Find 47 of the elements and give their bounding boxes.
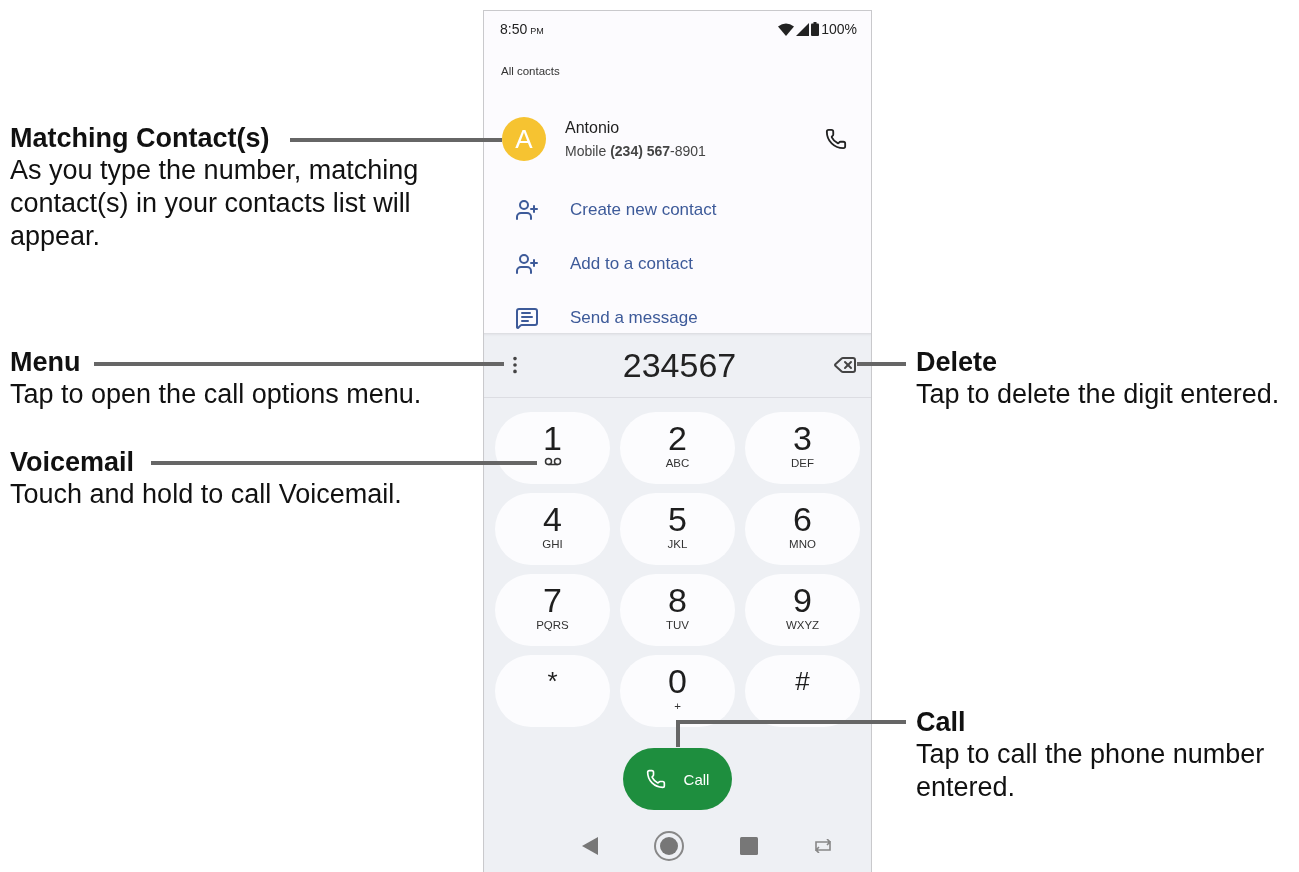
callout-text: Tap to call the phone number entered.	[916, 738, 1266, 804]
rotate-icon[interactable]	[813, 839, 834, 853]
callout-title: Menu	[10, 346, 81, 378]
dial-key[interactable]: 8 TUV	[620, 574, 735, 646]
battery-level: 100%	[821, 21, 857, 37]
dial-key[interactable]: 6 MNO	[745, 493, 860, 565]
callout-title: Voicemail	[10, 446, 135, 478]
dial-key[interactable]: 4 GHI	[495, 493, 610, 565]
phone-icon[interactable]	[825, 128, 847, 150]
callout-title: Matching Contact(s)	[10, 122, 270, 154]
contact-action[interactable]: Send a message	[570, 308, 698, 328]
message-icon	[515, 306, 539, 330]
contact-avatar: A	[502, 117, 546, 161]
dial-key[interactable]: 9 WXYZ	[745, 574, 860, 646]
contact-name: Antonio	[565, 119, 621, 137]
dial-key[interactable]: 7 PQRS	[495, 574, 610, 646]
add-person-icon	[515, 252, 539, 276]
dial-key[interactable]: 5 JKL	[620, 493, 735, 565]
contact-action[interactable]: Add to a contact	[570, 254, 693, 274]
callout-title: Delete	[916, 346, 998, 378]
callout-text: Tap to delete the digit entered.	[916, 378, 1281, 411]
callout-text: Tap to open the call options menu.	[10, 378, 423, 411]
contact-number: Mobile (234) 567-8901	[565, 143, 707, 159]
battery-icon	[811, 22, 820, 36]
add-person-icon	[515, 198, 539, 222]
status-time: 8:50 PM	[500, 21, 544, 37]
callout-text: Touch and hold to call Voicemail.	[10, 478, 403, 511]
callout-title: Call	[916, 706, 966, 738]
voicemail-icon	[543, 457, 562, 466]
dial-key[interactable]: #	[745, 655, 860, 727]
signal-icon	[796, 22, 810, 36]
dial-key[interactable]: *	[495, 655, 610, 727]
dial-key[interactable]: 1	[495, 412, 610, 484]
wifi-icon	[778, 22, 795, 36]
dialed-number: 234567	[622, 345, 737, 385]
dial-key[interactable]: 0 +	[620, 655, 735, 727]
dial-key[interactable]: 2 ABC	[620, 412, 735, 484]
contact-action[interactable]: Create new contact	[570, 200, 717, 220]
section-title: All contacts	[500, 64, 561, 79]
dial-key[interactable]: 3 DEF	[745, 412, 860, 484]
back-icon[interactable]	[581, 837, 598, 855]
leader-line	[857, 362, 906, 366]
home-icon[interactable]	[652, 830, 685, 862]
callout-text: As you type the number, matching contact(s) in your contacts list will appear.	[10, 154, 420, 253]
phone-icon	[645, 769, 666, 789]
call-button[interactable]: Call	[623, 748, 732, 810]
recents-icon[interactable]	[740, 837, 759, 855]
